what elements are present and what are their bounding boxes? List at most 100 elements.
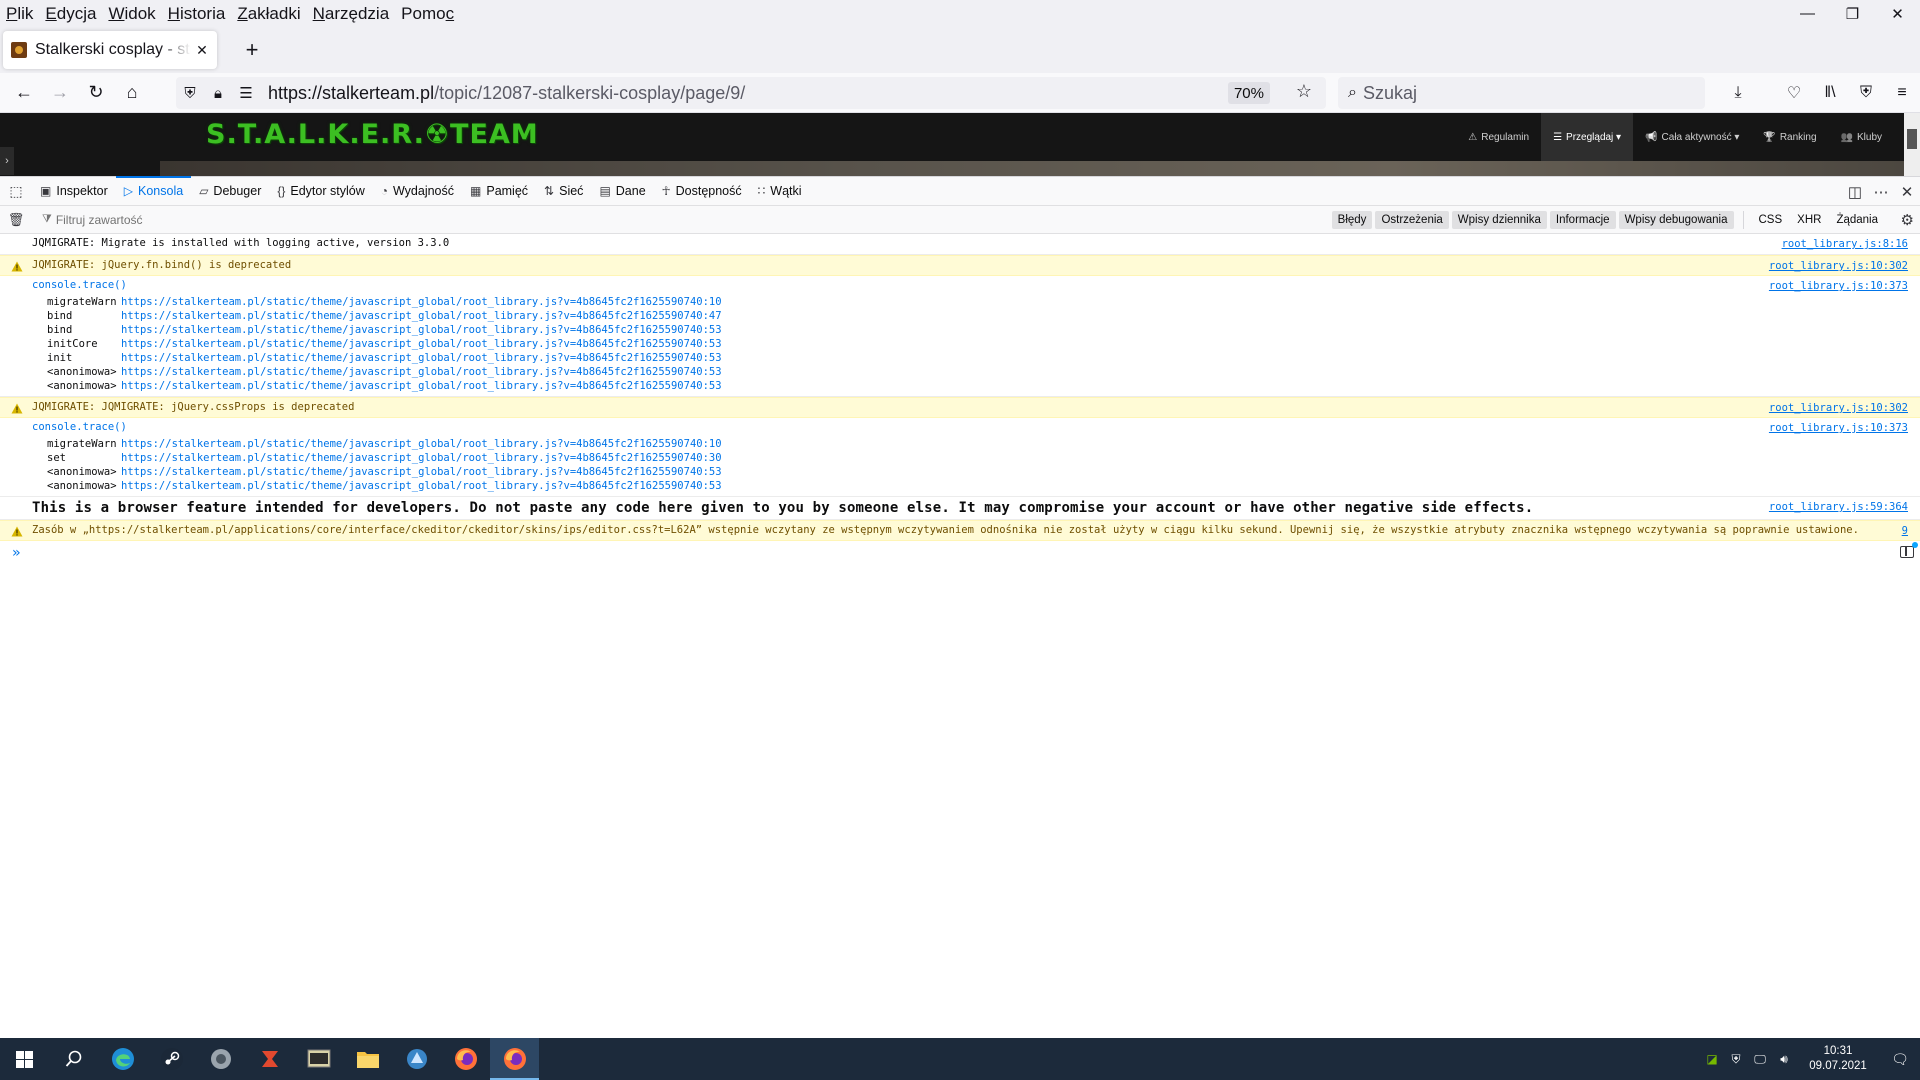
search-icon[interactable]	[49, 1038, 98, 1080]
devtools-tab[interactable]: ▣ Inspektor	[32, 176, 116, 206]
menu-item[interactable]: Plik	[0, 4, 39, 24]
filter-input[interactable]: ⧩ Filtruj zawartość	[42, 213, 642, 227]
menu-item[interactable]: Widok	[102, 4, 161, 24]
frame-location-link[interactable]: https://stalkerteam.pl/static/theme/java…	[121, 324, 722, 336]
devtools-tab[interactable]: ▤ Dane	[591, 176, 653, 206]
nvidia-icon[interactable]: ◪	[1700, 1052, 1724, 1066]
frame-location-link[interactable]: https://stalkerteam.pl/static/theme/java…	[121, 438, 722, 450]
home-button[interactable]: ⌂	[114, 77, 150, 109]
clear-console-icon[interactable]: 🗑︎	[0, 212, 32, 228]
message-source-link[interactable]: 9	[1902, 525, 1908, 537]
terminal-icon[interactable]	[294, 1038, 343, 1080]
trace-header[interactable]: console.trace()	[32, 421, 1920, 433]
frame-location-link[interactable]: https://stalkerteam.pl/static/theme/java…	[121, 338, 722, 350]
clock[interactable]: 10:31 09.07.2021	[1796, 1044, 1880, 1074]
minimize-icon[interactable]: —	[1785, 0, 1830, 27]
log-level-button[interactable]: Ostrzeżenia	[1375, 211, 1449, 229]
devtools-tab[interactable]: {} Edytor stylów	[269, 176, 372, 206]
steam-icon[interactable]	[147, 1038, 196, 1080]
edge-icon[interactable]	[98, 1038, 147, 1080]
frame-location-link[interactable]: https://stalkerteam.pl/static/theme/java…	[121, 466, 722, 478]
dock-icon[interactable]: ◫	[1842, 183, 1868, 201]
devtools-tab[interactable]: ▱ Debuger	[191, 176, 269, 206]
lock-icon[interactable]: 🔒︎	[204, 85, 232, 102]
devtools-tab[interactable]: ▷ Konsola	[115, 176, 192, 206]
more-options-icon[interactable]: ⋯	[1868, 183, 1894, 201]
devtools-tab[interactable]: ∷ Wątki	[750, 176, 810, 206]
menu-item[interactable]: Pomoc	[395, 4, 460, 24]
reload-button[interactable]: ↻	[78, 77, 114, 109]
message-source-link[interactable]: root_library.js:10:373	[1769, 280, 1908, 292]
forward-button[interactable]: →	[42, 77, 78, 109]
pocket-icon[interactable]: ♡	[1776, 83, 1812, 103]
back-button[interactable]: ←	[6, 77, 42, 109]
request-filter-button[interactable]: CSS	[1753, 211, 1789, 229]
site-nav-item[interactable]: 🏆 Ranking	[1751, 113, 1828, 161]
tracking-shield-icon[interactable]: ⛨	[176, 85, 204, 102]
url-bar[interactable]: ⛨ 🔒︎ ☰ https://stalkerteam.pl/topic/1208…	[176, 77, 1326, 109]
message-source-link[interactable]: root_library.js:59:364	[1769, 501, 1908, 513]
site-nav-item[interactable]: 📢 Cała aktywność ▾	[1633, 113, 1751, 161]
firefox-icon[interactable]	[441, 1038, 490, 1080]
frame-location-link[interactable]: https://stalkerteam.pl/static/theme/java…	[121, 310, 722, 322]
message-source-link[interactable]: root_library.js:10:302	[1769, 402, 1908, 414]
volume-icon[interactable]: 🔊︎	[1772, 1052, 1796, 1067]
library-icon[interactable]: ‖\	[1812, 84, 1848, 102]
devtools-tab[interactable]: ☥ Dostępność	[654, 176, 750, 206]
url-text[interactable]: https://stalkerteam.pl/topic/12087-stalk…	[268, 83, 745, 104]
log-level-button[interactable]: Wpisy dziennika	[1451, 211, 1547, 229]
extension-shield-icon[interactable]: ⛨	[1848, 84, 1884, 102]
close-devtools-icon[interactable]: ✕	[1894, 183, 1920, 201]
site-nav-item[interactable]: ⚠ Regulamin	[1456, 113, 1541, 161]
request-filter-button[interactable]: XHR	[1791, 211, 1827, 229]
message-source-link[interactable]: root_library.js:8:16	[1782, 238, 1908, 250]
hamburger-menu-icon[interactable]: ≡	[1884, 84, 1920, 102]
page-scrollbar[interactable]	[1904, 113, 1920, 176]
menu-item[interactable]: Zakładki	[231, 4, 306, 24]
permissions-icon[interactable]: ☰	[232, 84, 260, 102]
menu-item[interactable]: Edycja	[39, 4, 102, 24]
browser-tab[interactable]: Stalkerski cosplay - strona 9 ✕	[3, 31, 217, 69]
search-bar[interactable]: ⌕ Szukaj	[1338, 77, 1705, 109]
notifications-icon[interactable]: 🗨︎	[1880, 1051, 1920, 1068]
frame-location-link[interactable]: https://stalkerteam.pl/static/theme/java…	[121, 480, 722, 492]
element-picker-icon[interactable]: ⬚	[0, 176, 32, 206]
split-console-icon[interactable]	[1900, 542, 1918, 558]
devtools-tab[interactable]: ▦ Pamięć	[462, 176, 536, 206]
scrollbar-thumb[interactable]	[1907, 129, 1917, 149]
frame-location-link[interactable]: https://stalkerteam.pl/static/theme/java…	[121, 366, 722, 378]
site-nav-item[interactable]: ☰ Przeglądaj ▾	[1541, 113, 1634, 161]
frame-location-link[interactable]: https://stalkerteam.pl/static/theme/java…	[121, 452, 722, 464]
log-level-button[interactable]: Wpisy debugowania	[1618, 211, 1734, 229]
menu-item[interactable]: Historia	[162, 4, 232, 24]
new-tab-button[interactable]: +	[233, 31, 271, 69]
request-filter-button[interactable]: Żądania	[1830, 211, 1884, 229]
close-window-icon[interactable]: ✕	[1875, 0, 1920, 27]
frame-location-link[interactable]: https://stalkerteam.pl/static/theme/java…	[121, 352, 722, 364]
message-source-link[interactable]: root_library.js:10:373	[1769, 422, 1908, 434]
zoom-level[interactable]: 70%	[1227, 82, 1270, 104]
devtools-tab[interactable]: ◔ Wydajność	[373, 176, 462, 206]
message-source-link[interactable]: root_library.js:10:302	[1769, 260, 1908, 272]
downloads-icon[interactable]: ⤓	[1720, 84, 1756, 102]
log-level-button[interactable]: Informacje	[1549, 211, 1616, 229]
app-icon[interactable]	[245, 1038, 294, 1080]
file-explorer-icon[interactable]	[343, 1038, 392, 1080]
game-launcher-icon[interactable]	[196, 1038, 245, 1080]
frame-location-link[interactable]: https://stalkerteam.pl/static/theme/java…	[121, 380, 722, 392]
devtools-tab[interactable]: ⇅ Sieć	[536, 176, 591, 206]
firefox-icon[interactable]	[490, 1038, 539, 1080]
console-settings-icon[interactable]: ⚙	[1901, 211, 1914, 229]
site-nav-item[interactable]: 👥 Kluby	[1829, 113, 1894, 161]
site-logo[interactable]: S.T.A.L.K.E.R.☢TEAM	[206, 119, 539, 150]
app-icon[interactable]	[392, 1038, 441, 1080]
restore-icon[interactable]: ❐	[1830, 0, 1875, 27]
frame-location-link[interactable]: https://stalkerteam.pl/static/theme/java…	[121, 296, 722, 308]
defender-icon[interactable]: ⛨	[1724, 1052, 1748, 1067]
sidebar-toggle[interactable]: ›	[0, 147, 14, 175]
menu-item[interactable]: Narzędzia	[307, 4, 396, 24]
close-tab-icon[interactable]: ✕	[191, 42, 213, 59]
network-icon[interactable]: 🖵︎	[1748, 1052, 1772, 1067]
windows-start-icon[interactable]	[0, 1038, 49, 1080]
trace-header[interactable]: console.trace()	[32, 279, 1920, 291]
